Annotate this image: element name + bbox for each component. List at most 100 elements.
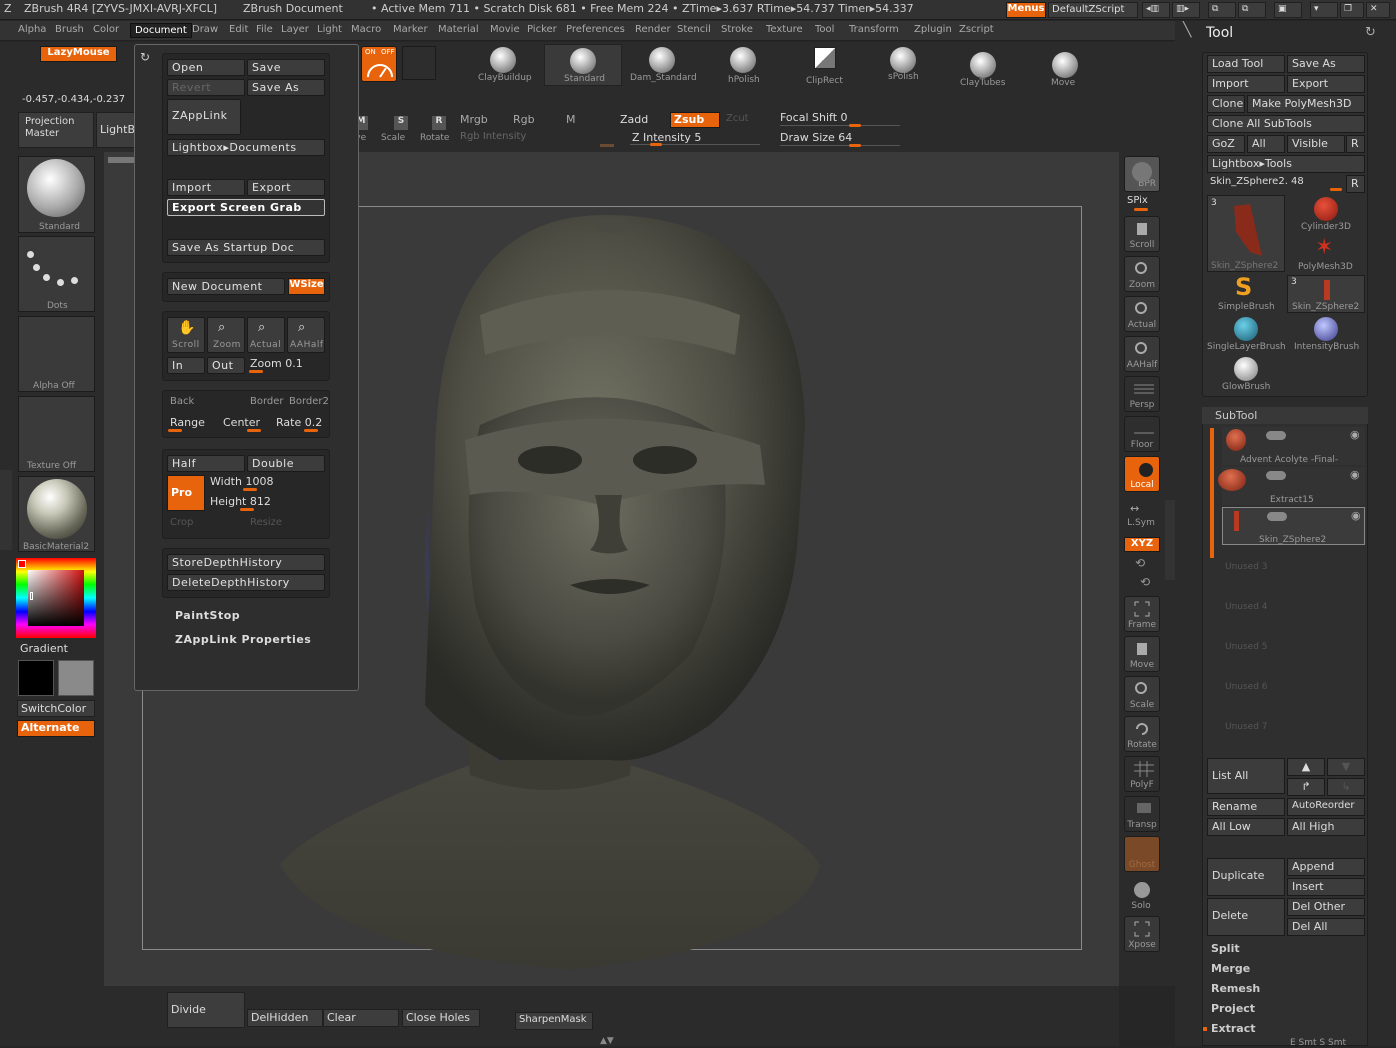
tool-skin-zsphere2[interactable]: 3 Skin_ZSphere2 <box>1207 195 1285 272</box>
list-all-button[interactable]: List All <box>1207 758 1285 794</box>
bottom-collapse-icon[interactable]: ▲▼ <box>600 1036 614 1046</box>
move-view-button[interactable]: Move <box>1124 636 1160 672</box>
focal-shift-knob[interactable] <box>849 124 861 127</box>
transp-button[interactable]: Transp <box>1124 796 1160 832</box>
material-picker[interactable]: BasicMaterial2 <box>18 476 95 552</box>
m-button[interactable]: M <box>566 113 576 126</box>
frame-button[interactable]: Frame <box>1124 596 1160 632</box>
delhidden-button[interactable]: DelHidden <box>247 1009 323 1027</box>
local-button[interactable]: Local <box>1124 456 1160 492</box>
bpr-button[interactable]: BPR <box>1124 156 1160 192</box>
maximize-icon[interactable]: ❐ <box>1340 2 1364 18</box>
zapplink-button[interactable]: ZAppLink <box>167 99 241 135</box>
lightbox-documents-button[interactable]: Lightbox▸Documents <box>167 139 325 156</box>
rate-slider[interactable]: Rate 0.2 <box>276 416 322 429</box>
rotate-axis-icon[interactable]: ⟲ <box>1135 556 1145 570</box>
height-knob[interactable] <box>240 508 254 511</box>
zcut-button[interactable]: Zcut <box>726 113 749 124</box>
delete-button[interactable]: Delete <box>1207 898 1285 936</box>
zoom-slider[interactable]: Zoom 0.1 <box>250 357 303 370</box>
zadd-button[interactable]: Zadd <box>620 113 648 126</box>
draw-toggle-icon[interactable] <box>402 46 436 80</box>
left-shelf-collapse[interactable] <box>0 470 12 550</box>
color-square[interactable] <box>28 570 84 626</box>
draw-size-knob[interactable] <box>849 144 861 147</box>
goz-all-button[interactable]: All <box>1247 135 1285 153</box>
rgb-intensity-slider[interactable]: Rgb Intensity <box>460 131 526 142</box>
ghost-button[interactable]: Ghost <box>1124 836 1160 872</box>
eye-icon[interactable]: ◉ <box>1350 428 1360 441</box>
layout2-icon[interactable]: ⧉ <box>1238 2 1266 18</box>
lightbox-tools-button[interactable]: Lightbox▸Tools <box>1207 155 1365 173</box>
layout-icon[interactable]: ⧉ <box>1208 2 1236 18</box>
spix-slider[interactable]: SPix <box>1127 195 1148 206</box>
center-knob[interactable] <box>247 429 261 432</box>
tool-singlelayerbrush[interactable]: SingleLayerBrush <box>1207 315 1286 353</box>
menu-light[interactable]: Light <box>317 24 342 35</box>
main-color-swatch[interactable] <box>18 660 54 696</box>
draw-size-slider[interactable]: Draw Size 64 <box>780 131 852 144</box>
load-tool-button[interactable]: Load Tool <box>1207 55 1285 73</box>
menu-macro[interactable]: Macro <box>351 24 381 35</box>
menu-edit[interactable]: Edit <box>229 24 248 35</box>
delete-depth-history-button[interactable]: DeleteDepthHistory <box>167 574 325 591</box>
border-button[interactable]: Border <box>250 396 284 407</box>
tool-import-button[interactable]: Import <box>1207 75 1285 93</box>
insert-button[interactable]: Insert <box>1287 878 1365 896</box>
visibility-toggle-icon[interactable] <box>1266 471 1286 480</box>
undo-arrow-icon[interactable]: ↳ <box>1327 778 1365 796</box>
lazymouse-button[interactable]: LazyMouse <box>40 46 117 62</box>
menu-marker[interactable]: Marker <box>393 24 428 35</box>
goz-visible-button[interactable]: Visible <box>1287 135 1345 153</box>
rate-knob[interactable] <box>304 429 318 432</box>
subtool-item-advent[interactable]: ◉ Advent Acolyte -Final- <box>1222 427 1365 465</box>
tool-cylinder3d[interactable]: Cylinder3D <box>1287 195 1365 233</box>
range-slider[interactable]: Range <box>170 416 205 429</box>
del-other-button[interactable]: Del Other <box>1287 898 1365 916</box>
solo-button[interactable]: Solo <box>1124 876 1160 912</box>
new-document-button[interactable]: New Document <box>167 278 285 295</box>
extract-menu[interactable]: Extract <box>1211 1022 1256 1035</box>
save-as-startup-doc-button[interactable]: Save As Startup Doc <box>167 239 325 256</box>
aahalf-view-button[interactable]: AAHalf <box>1124 336 1160 372</box>
focal-shift-slider[interactable]: Focal Shift 0 <box>780 111 848 124</box>
split-menu[interactable]: Split <box>1211 942 1240 955</box>
right-shelf-collapse[interactable] <box>1165 500 1175 580</box>
minimize-icon[interactable]: ▾ <box>1310 2 1338 18</box>
crop-button[interactable]: Crop <box>170 517 193 528</box>
menu-transform[interactable]: Transform <box>849 24 899 35</box>
tool-intensitybrush[interactable]: IntensityBrush <box>1287 315 1365 353</box>
width-slider[interactable]: Width 1008 <box>210 475 273 488</box>
lsym-button[interactable]: L.Sym ↔ <box>1124 500 1160 530</box>
current-tool-r-button[interactable]: R <box>1346 175 1365 193</box>
alpha-picker[interactable]: Alpha Off <box>18 316 95 392</box>
menu-stencil[interactable]: Stencil <box>677 24 711 35</box>
move-up-icon[interactable]: ▲ <box>1287 758 1325 776</box>
paintstop-menu[interactable]: PaintStop <box>175 609 240 622</box>
export-button[interactable]: Export <box>247 179 325 196</box>
clear-button[interactable]: Clear <box>323 1009 399 1027</box>
redo-arrow-icon[interactable]: ↱ <box>1287 778 1325 796</box>
menu-tool[interactable]: Tool <box>815 24 834 35</box>
autoreorder-button[interactable]: AutoReorder <box>1287 798 1365 816</box>
tool-polymesh3d[interactable]: ✶ PolyMesh3D <box>1287 235 1365 273</box>
switchcolor-button[interactable]: SwitchColor <box>17 700 95 717</box>
half-button[interactable]: Half <box>167 455 245 472</box>
rotate-view-button[interactable]: Rotate <box>1124 716 1160 752</box>
revert-button[interactable]: Revert <box>167 79 245 96</box>
tool-pin-icon[interactable]: ╲ <box>1183 22 1191 38</box>
menu-zplugin[interactable]: Zplugin <box>914 24 952 35</box>
brush-picker[interactable]: Standard <box>18 156 95 233</box>
menu-document[interactable]: Document <box>130 23 192 38</box>
width-knob[interactable] <box>243 488 257 491</box>
polyf-button[interactable]: PolyF <box>1124 756 1160 792</box>
range-knob[interactable] <box>168 429 182 432</box>
xpose-button[interactable]: Xpose <box>1124 916 1160 952</box>
visibility-toggle-icon[interactable] <box>1266 431 1286 440</box>
scroll-button[interactable]: ✋ Scroll <box>167 317 205 353</box>
zsub-button[interactable]: Zsub <box>670 112 720 128</box>
menu-preferences[interactable]: Preferences <box>566 24 625 35</box>
alternate-button[interactable]: Alternate <box>17 720 95 737</box>
resize-button[interactable]: Resize <box>250 517 282 528</box>
eye-icon[interactable]: ◉ <box>1350 468 1360 481</box>
